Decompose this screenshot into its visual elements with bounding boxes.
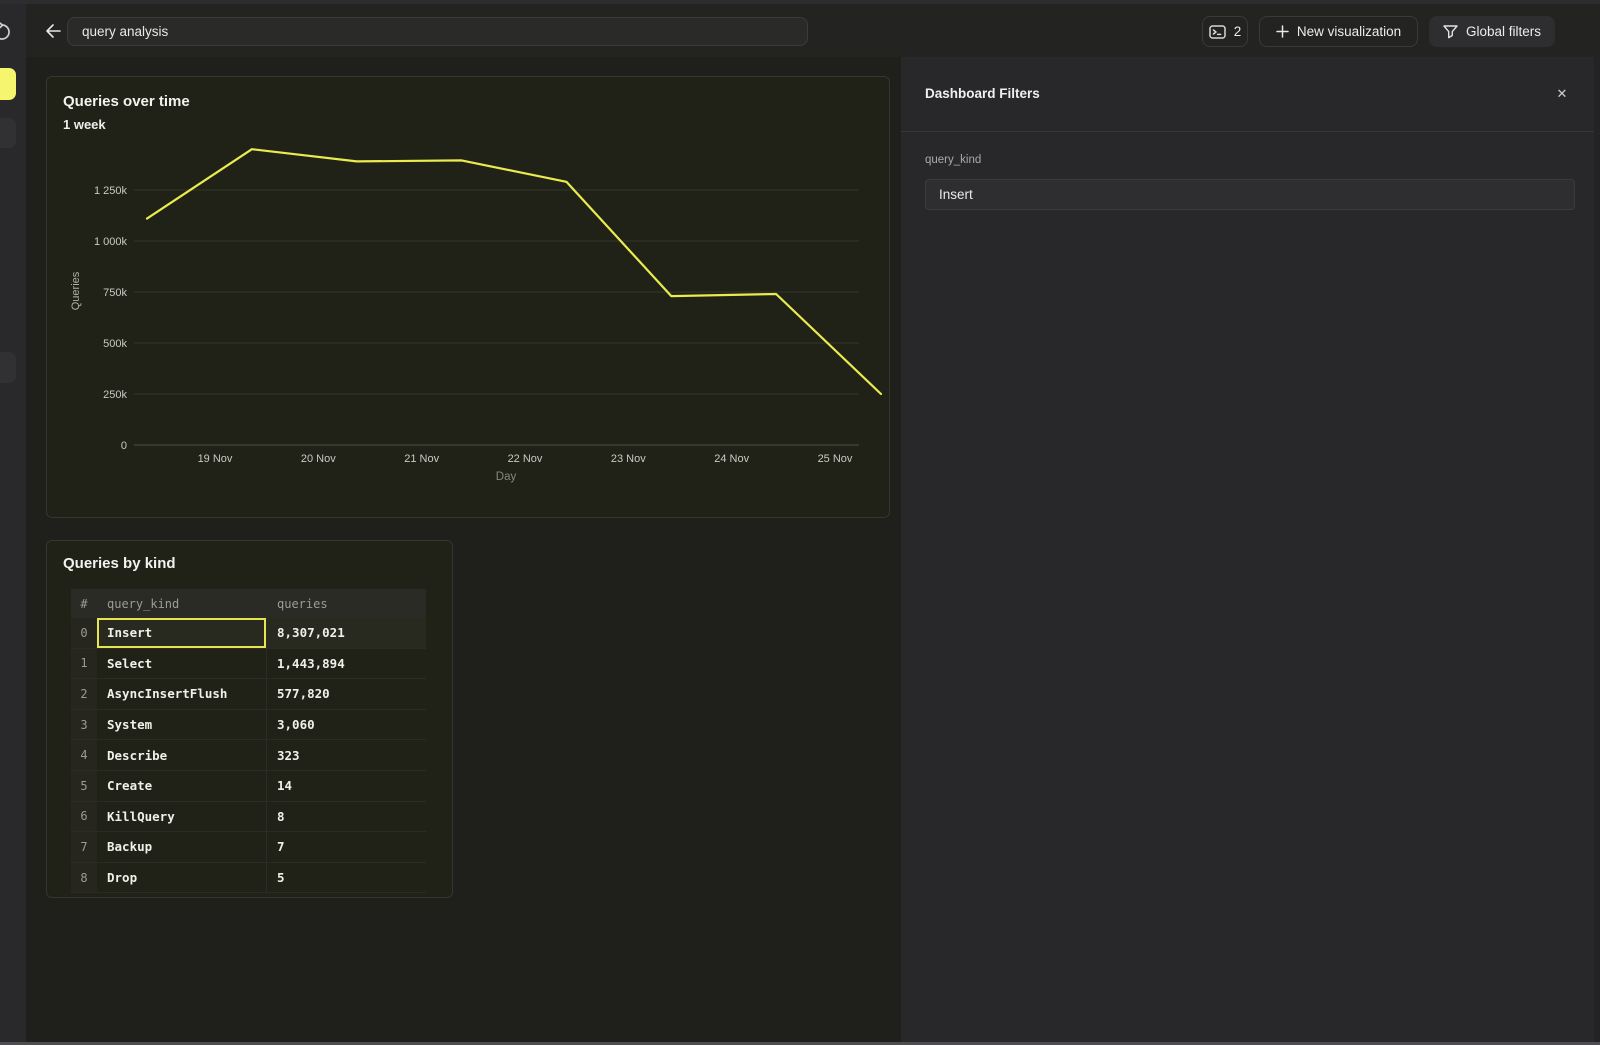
filters-panel-title: Dashboard Filters [925,86,1040,101]
sql-console-icon [1209,25,1226,39]
row-index-cell: 8 [71,863,97,893]
y-tick-label: 250k [103,389,127,401]
queries-count-cell[interactable]: 577,820 [266,679,426,709]
queries-over-time-card: Queries over time 1 week 0250k500k750k1 … [46,76,890,518]
panel-scrollbar-gutter [1594,57,1600,1045]
x-tick-label: 25 Nov [818,453,853,465]
queries-count-cell[interactable]: 5 [266,863,426,893]
x-tick-label: 21 Nov [404,453,439,465]
x-tick-label: 20 Nov [301,453,336,465]
column-header-index[interactable]: # [71,589,97,618]
global-filters-label: Global filters [1466,24,1541,39]
y-tick-label: 750k [103,287,127,299]
panel-divider [901,131,1600,132]
row-index-cell: 7 [71,832,97,862]
queries-table: # query_kind queries 0Insert8,307,0211Se… [71,589,426,893]
query-kind-cell[interactable]: AsyncInsertFlush [97,679,266,709]
dashboard-title-input[interactable] [67,17,808,46]
plus-icon [1276,25,1289,38]
row-index-cell: 5 [71,771,97,801]
row-index-cell: 1 [71,649,97,679]
row-index-cell: 3 [71,710,97,740]
table-row: 6KillQuery8 [71,802,426,833]
table-row: 2AsyncInsertFlush577,820 [71,679,426,710]
query-kind-cell[interactable]: Create [97,771,266,801]
queries-count-cell[interactable]: 14 [266,771,426,801]
global-filters-button[interactable]: Global filters [1429,16,1555,47]
sidebar-item-1[interactable] [0,118,16,148]
query-kind-cell[interactable]: Backup [97,832,266,862]
back-button[interactable] [38,16,68,46]
dashboard-mini-sidebar [0,4,26,1045]
dashboard-filters-panel: Dashboard Filters ✕ query_kind [901,57,1600,1045]
y-tick-label: 500k [103,338,127,350]
queries-series-line [147,149,881,394]
row-index-cell: 6 [71,802,97,832]
console-count-label: 2 [1234,24,1242,39]
reload-icon[interactable] [0,21,13,43]
x-axis-title: Day [496,471,517,483]
sidebar-item-active[interactable] [0,68,16,100]
new-visualization-button[interactable]: New visualization [1259,16,1418,47]
queries-count-cell[interactable]: 7 [266,832,426,862]
table-row: 0Insert8,307,021 [71,618,426,649]
y-tick-label: 0 [121,440,127,452]
queries-line-chart[interactable]: 0 250k 500k 750k 1 000k 1 250k 19 Nov 20 Nov 21 … [47,77,889,517]
top-bar: 2 New visualization Global filters [26,4,1600,57]
table-title: Queries by kind [63,555,176,572]
sql-console-count-button[interactable]: 2 [1202,16,1248,47]
query-kind-cell[interactable]: System [97,710,266,740]
table-row: 1Select1,443,894 [71,649,426,680]
x-tick-label: 22 Nov [508,453,543,465]
table-row: 3System3,060 [71,710,426,741]
queries-count-cell[interactable]: 3,060 [266,710,426,740]
query-kind-cell[interactable]: Drop [97,863,266,893]
queries-count-cell[interactable]: 8 [266,802,426,832]
x-tick-label: 24 Nov [714,453,749,465]
filter-funnel-icon [1443,25,1458,39]
close-icon[interactable]: ✕ [1551,83,1573,105]
query-kind-cell-selected[interactable]: Insert [97,618,266,648]
table-row: 4Describe323 [71,740,426,771]
row-index-cell: 4 [71,740,97,770]
y-tick-label: 1 000k [94,236,128,248]
sidebar-item-2[interactable] [0,352,16,383]
query-kind-cell[interactable]: Select [97,649,266,679]
row-index-cell: 2 [71,679,97,709]
table-row: 7Backup7 [71,832,426,863]
queries-count-cell[interactable]: 1,443,894 [266,649,426,679]
query-kind-cell[interactable]: Describe [97,740,266,770]
query-kind-filter-input[interactable] [925,179,1575,210]
filter-field-label: query_kind [925,154,981,166]
queries-count-cell[interactable]: 323 [266,740,426,770]
x-tick-label: 23 Nov [611,453,646,465]
y-axis-title: Queries [70,271,82,310]
queries-count-cell[interactable]: 8,307,021 [266,618,426,648]
new-visualization-label: New visualization [1297,24,1401,39]
query-kind-cell[interactable]: KillQuery [97,802,266,832]
row-index-cell: 0 [71,618,97,648]
dashboard-canvas: Queries over time 1 week 0250k500k750k1 … [26,57,901,1045]
arrow-left-icon [44,23,62,39]
column-header-queries[interactable]: queries [266,589,426,618]
column-header-query-kind[interactable]: query_kind [97,589,266,618]
queries-by-kind-card: Queries by kind # query_kind queries 0In… [46,540,453,898]
table-row: 8Drop5 [71,863,426,894]
table-row: 5Create14 [71,771,426,802]
x-tick-label: 19 Nov [198,453,233,465]
table-header-row: # query_kind queries [71,589,426,618]
y-tick-label: 1 250k [94,185,128,197]
